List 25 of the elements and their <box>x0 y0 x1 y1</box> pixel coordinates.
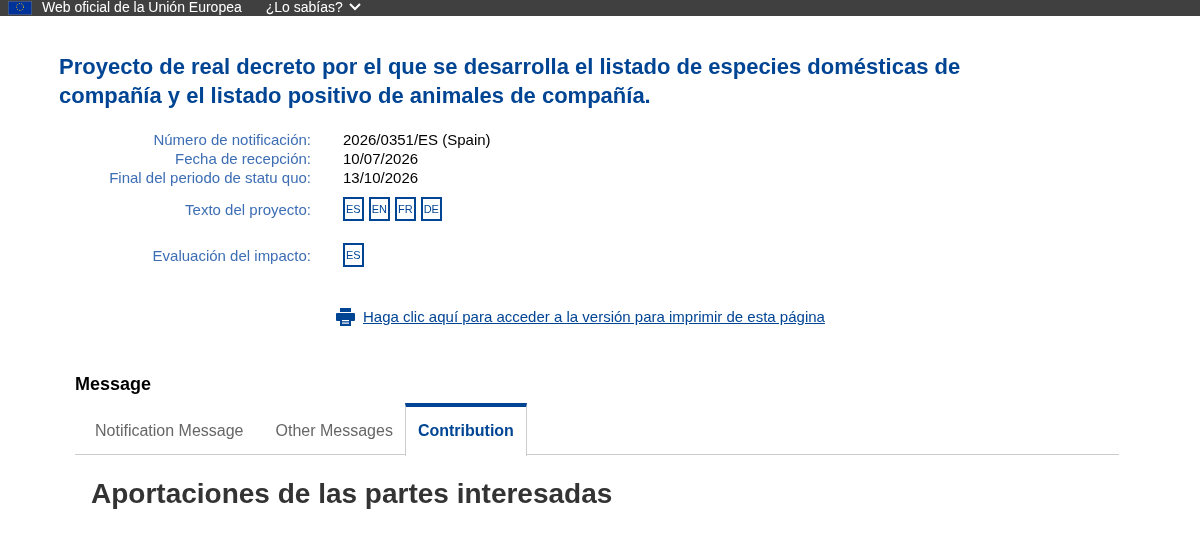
field-label: Texto del proyecto: <box>184 199 311 219</box>
language-link[interactable]: DE <box>420 197 442 221</box>
language-link[interactable]: EN <box>368 197 390 221</box>
menu-button[interactable]: ¿Lo sabías? <box>265 0 361 15</box>
site-label[interactable]: Web oficial de la Unión Europea <box>42 0 242 15</box>
printer-icon <box>336 308 355 327</box>
tab[interactable]: Other Messages <box>263 402 405 456</box>
print-link[interactable]: Haga clic aquí para acceder a la versión para imprimir de esta página <box>363 306 825 329</box>
content-heading: Aportaciones de las partes interesadas <box>91 476 614 511</box>
language-link[interactable]: ES <box>343 197 364 221</box>
chevron-icon <box>348 3 361 11</box>
field-label: Final del periodo de statu quo: <box>108 168 311 187</box>
section-title: Message <box>75 372 153 395</box>
tab[interactable]: Contribution <box>404 402 527 456</box>
field-value: 13/10/2026 <box>343 168 419 187</box>
field-label: Número de notificación: <box>152 130 311 149</box>
field-label: Fecha de recepción: <box>174 149 311 168</box>
language-link[interactable]: ES <box>343 243 364 267</box>
page-title: Proyecto de real decreto por el que se desarrolla el listado de especies domésticas de compañía y el listado positivo de animales de compañía. <box>59 53 962 110</box>
flag-icon <box>8 1 32 15</box>
language-link[interactable]: FR <box>394 197 416 221</box>
tab[interactable]: Notification Message <box>83 402 256 456</box>
field-value: 10/07/2026 <box>343 149 419 168</box>
field-label: Evaluación del impacto: <box>151 245 311 265</box>
field-value: 2026/0351/ES (Spain) <box>343 130 491 149</box>
